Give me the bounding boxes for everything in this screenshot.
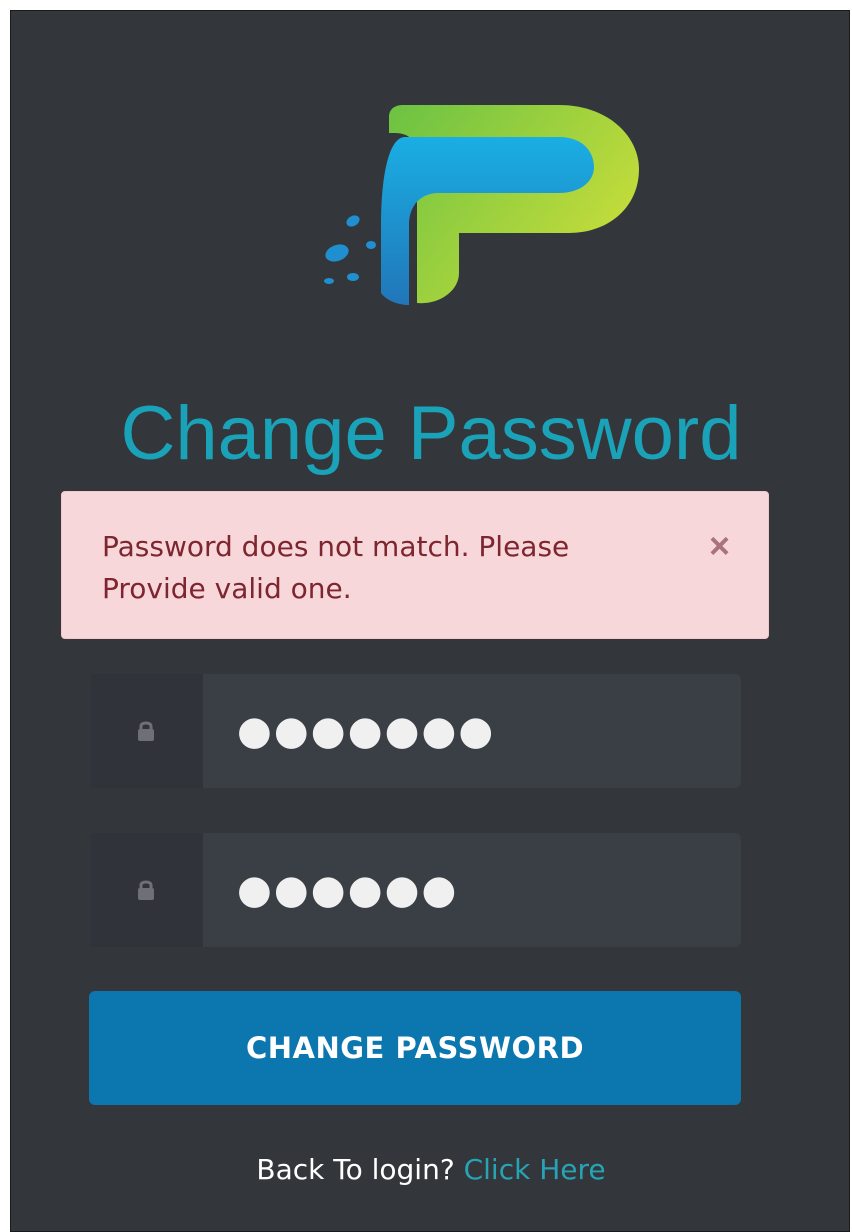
confirm-password-input[interactable] xyxy=(203,833,741,947)
close-icon[interactable]: × xyxy=(709,526,730,566)
lock-icon xyxy=(91,833,203,947)
change-password-button[interactable]: CHANGE PASSWORD xyxy=(89,991,741,1105)
login-panel: Change Password Password does not match.… xyxy=(10,10,850,1232)
alert-message: Password does not match. Please Provide … xyxy=(102,530,570,605)
page-title: Change Password xyxy=(120,391,742,476)
error-alert: Password does not match. Please Provide … xyxy=(61,491,769,639)
password-field-row xyxy=(91,674,741,788)
footer-links: Back To login? Click Here xyxy=(11,1153,851,1186)
confirm-password-field-row xyxy=(91,833,741,947)
password-input[interactable] xyxy=(203,674,741,788)
back-to-login-prompt: Back To login? xyxy=(256,1153,455,1186)
lock-icon xyxy=(91,674,203,788)
click-here-link[interactable]: Click Here xyxy=(464,1153,606,1186)
brand-logo xyxy=(324,105,639,305)
